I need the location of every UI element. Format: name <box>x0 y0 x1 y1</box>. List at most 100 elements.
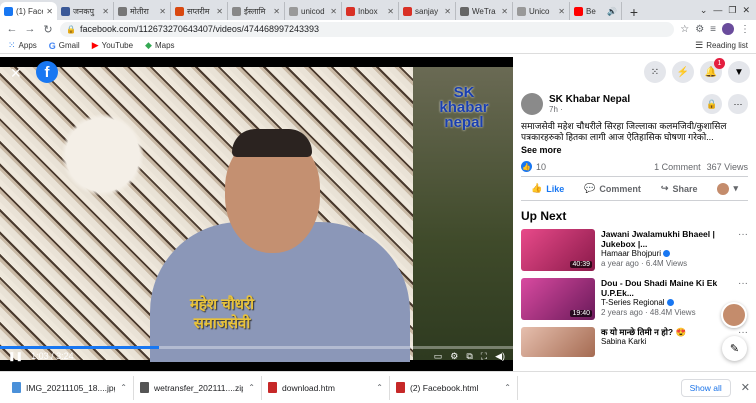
media-control-icon[interactable]: ≡ <box>710 24 716 35</box>
close-window-icon[interactable]: ✕ <box>742 5 750 16</box>
like-button[interactable]: 👍 Like <box>531 183 564 194</box>
video-thumbnail[interactable]: 19:40 <box>521 278 595 320</box>
pause-icon[interactable]: ❚❚ <box>8 351 23 362</box>
chevron-up-icon[interactable]: ⌃ <box>504 383 511 392</box>
post-time[interactable]: 7h · <box>549 105 630 114</box>
pip-icon[interactable]: ⧉ <box>466 351 472 362</box>
page-name[interactable]: SK Khabar Nepal <box>549 94 630 105</box>
menu-grid-icon[interactable]: ⁙ <box>644 61 666 83</box>
tab-close-icon[interactable]: ✕ <box>102 7 109 16</box>
tab-close-icon[interactable]: ✕ <box>216 7 223 16</box>
reaction-profile-selector[interactable]: ▾ <box>717 182 738 195</box>
facebook-logo-icon[interactable]: f <box>36 61 58 83</box>
tab-close-icon[interactable]: ✕ <box>444 7 451 16</box>
bookmark-maps[interactable]: ◆ Maps <box>145 40 174 51</box>
settings-icon[interactable]: ⚙ <box>450 351 458 362</box>
forward-icon[interactable]: → <box>24 23 36 35</box>
video-title[interactable]: Jawani Jwalamukhi Bhaeel | Jukebox |... <box>601 229 732 249</box>
fullscreen-icon[interactable]: ⛶ <box>481 351 487 362</box>
tab-1[interactable]: जनकपु ✕ <box>57 2 114 20</box>
channel-name[interactable]: T-Series Regional <box>601 298 665 307</box>
menu-dots-icon[interactable]: ⋮ <box>740 24 750 35</box>
extensions-icon[interactable]: ⚙ <box>695 24 704 35</box>
comments-count[interactable]: 1 Comment <box>654 162 701 172</box>
tab-close-icon[interactable]: ✕ <box>330 7 337 16</box>
bookmark-youtube[interactable]: ▶ YouTube <box>92 40 133 51</box>
tab-5[interactable]: unicod ✕ <box>285 2 342 20</box>
tab-close-icon[interactable]: ✕ <box>501 7 508 16</box>
chevron-up-icon[interactable]: ⌃ <box>248 383 255 392</box>
video-thumbnail[interactable]: 40:39 <box>521 229 595 271</box>
tab-3[interactable]: सप्तरीम ✕ <box>171 2 228 20</box>
tab-close-icon[interactable]: ✕ <box>159 7 166 16</box>
video-title[interactable]: क यो मान्छे तिमी न हो? 😍 <box>601 327 732 337</box>
back-icon[interactable]: ← <box>6 23 18 35</box>
tab-close-icon[interactable]: ✕ <box>46 7 53 16</box>
reload-icon[interactable]: ↻ <box>42 23 54 36</box>
tab-8[interactable]: WeTra ✕ <box>456 2 513 20</box>
tab-6[interactable]: Inbox ✕ <box>342 2 399 20</box>
chat-head-avatar[interactable] <box>721 302 747 328</box>
download-filename: wetransfer_202111....zip <box>154 382 244 393</box>
page-avatar[interactable] <box>521 93 543 115</box>
tab-2[interactable]: मोतीरा ✕ <box>114 2 171 20</box>
tab-10[interactable]: Be 🔊 <box>570 2 622 20</box>
channel-name[interactable]: Sabina Karki <box>601 337 732 347</box>
chevron-down-icon: ▾ <box>733 183 738 193</box>
tab-4[interactable]: ईस्लामि ✕ <box>228 2 285 20</box>
show-all-button[interactable]: Show all <box>680 378 731 397</box>
tab-close-icon[interactable]: ✕ <box>387 7 394 16</box>
download-item[interactable]: (2) Facebook.html ⌃ <box>390 375 518 400</box>
bookmark-apps[interactable]: ⁙ Apps <box>8 40 37 51</box>
list-item[interactable]: क यो मान्छे तिमी न हो? 😍 Sabina Karki ··… <box>513 325 756 362</box>
lock-icon[interactable]: 🔒 <box>66 25 76 34</box>
tab-close-icon[interactable]: ✕ <box>558 7 565 16</box>
channel-name[interactable]: Hamaar Bhojpuri <box>601 249 661 258</box>
bookmark-gmail[interactable]: G Gmail <box>49 41 80 51</box>
bookmark-star-icon[interactable]: ☆ <box>680 24 689 35</box>
video-thumbnail[interactable] <box>521 327 595 357</box>
close-video-icon[interactable]: ✕ <box>10 65 22 82</box>
share-button[interactable]: ↪ Share <box>661 183 698 194</box>
video-title[interactable]: Dou - Dou Shadi Maine Ki Ek U.P.Ek... <box>601 278 732 298</box>
like-label: Like <box>546 183 565 194</box>
reading-list[interactable]: ☰ Reading list <box>695 40 748 51</box>
close-shelf-icon[interactable]: ✕ <box>741 381 750 394</box>
more-options-icon[interactable]: ··· <box>738 229 748 271</box>
new-message-icon[interactable]: ✎ <box>722 336 747 361</box>
download-item[interactable]: IMG_20211105_18....jpg ⌃ <box>6 375 134 400</box>
tab-close-icon[interactable]: ✕ <box>273 7 280 16</box>
more-options-icon[interactable]: ··· <box>728 94 748 114</box>
download-item[interactable]: wetransfer_202111....zip ⌃ <box>134 375 262 400</box>
captions-icon[interactable]: ▭ <box>434 351 443 362</box>
see-more-link[interactable]: See more <box>513 143 756 157</box>
tab-7[interactable]: sanjay ✕ <box>399 2 456 20</box>
account-menu-icon[interactable]: ▼ <box>728 61 750 83</box>
tab-favicon-icon <box>517 6 526 16</box>
messenger-icon[interactable]: ⚡ <box>672 61 694 83</box>
list-item[interactable]: 40:39 Jawani Jwalamukhi Bhaeel | Jukebox… <box>513 227 756 276</box>
new-tab-button[interactable]: + <box>626 4 642 20</box>
post-header: SK Khabar Nepal 7h · 🔒 ··· <box>513 87 756 115</box>
profile-avatar[interactable] <box>722 23 734 35</box>
apps-grid-icon: ⁙ <box>8 40 16 50</box>
likes-count[interactable]: 10 <box>536 162 546 172</box>
restore-icon[interactable]: ❐ <box>728 5 736 16</box>
chevron-up-icon[interactable]: ⌃ <box>120 383 127 392</box>
video-player[interactable]: SK khabar nepal महेश चौधरी समाजसेवी ✕ f … <box>0 57 513 371</box>
tab-search-icon[interactable]: ⌄ <box>700 5 708 16</box>
minimize-icon[interactable]: — <box>713 5 722 15</box>
address-bar[interactable]: 🔒 facebook.com/112673270643407/videos/47… <box>60 21 675 37</box>
volume-icon[interactable]: ◀) <box>495 351 505 362</box>
notifications-icon[interactable]: 🔔 1 <box>700 58 725 83</box>
comment-icon: 💬 <box>584 183 596 193</box>
tab-9[interactable]: Unico ✕ <box>513 2 570 20</box>
video-meta: a year ago · 6.4M Views <box>601 259 688 268</box>
chevron-up-icon[interactable]: ⌃ <box>376 383 383 392</box>
tab-audio-icon[interactable]: 🔊 <box>607 7 617 16</box>
list-item[interactable]: 19:40 Dou - Dou Shadi Maine Ki Ek U.P.Ek… <box>513 276 756 325</box>
download-item[interactable]: download.htm ⌃ <box>262 375 390 400</box>
save-lock-icon[interactable]: 🔒 <box>702 94 722 114</box>
tab-0[interactable]: (1) Face ✕ <box>0 2 57 20</box>
comment-button[interactable]: 💬 Comment <box>584 183 641 194</box>
